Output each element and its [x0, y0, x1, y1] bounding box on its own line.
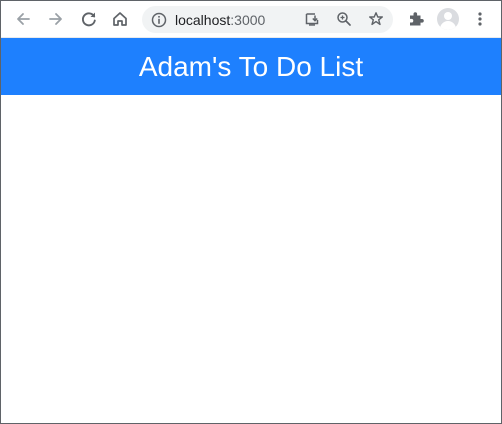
home-button[interactable]: [108, 7, 132, 31]
forward-button[interactable]: [44, 7, 68, 31]
star-icon: [369, 12, 383, 26]
address-bar[interactable]: localhost:3000: [142, 6, 393, 33]
install-app-button[interactable]: [302, 9, 322, 29]
url-text[interactable]: localhost:3000: [175, 12, 265, 28]
browser-toolbar: localhost:3000: [1, 1, 501, 38]
avatar-body: [440, 21, 456, 30]
browser-window: localhost:3000 Adam's To Do List: [0, 0, 502, 424]
todo-list-area: [1, 95, 501, 423]
avatar[interactable]: [437, 8, 459, 30]
puzzle-icon: [410, 12, 424, 26]
app-header: Adam's To Do List: [1, 38, 501, 95]
home-icon: [113, 12, 127, 26]
zoom-button[interactable]: [334, 9, 354, 29]
reload-icon: [81, 12, 96, 27]
extensions-button[interactable]: [404, 7, 428, 31]
avatar-head: [444, 12, 452, 20]
install-app-icon: [305, 13, 319, 26]
url-port: :3000: [230, 12, 266, 28]
arrow-left-icon: [17, 13, 30, 25]
url-host: localhost: [175, 12, 231, 28]
info-icon[interactable]: [150, 11, 168, 29]
back-button[interactable]: [11, 7, 35, 31]
menu-button[interactable]: [468, 7, 492, 31]
zoom-icon: [337, 12, 351, 26]
page-title: Adam's To Do List: [138, 50, 364, 82]
arrow-right-icon: [49, 13, 62, 25]
kebab-menu-icon: [478, 12, 482, 26]
reload-button[interactable]: [77, 7, 101, 31]
bookmark-button[interactable]: [366, 9, 386, 29]
